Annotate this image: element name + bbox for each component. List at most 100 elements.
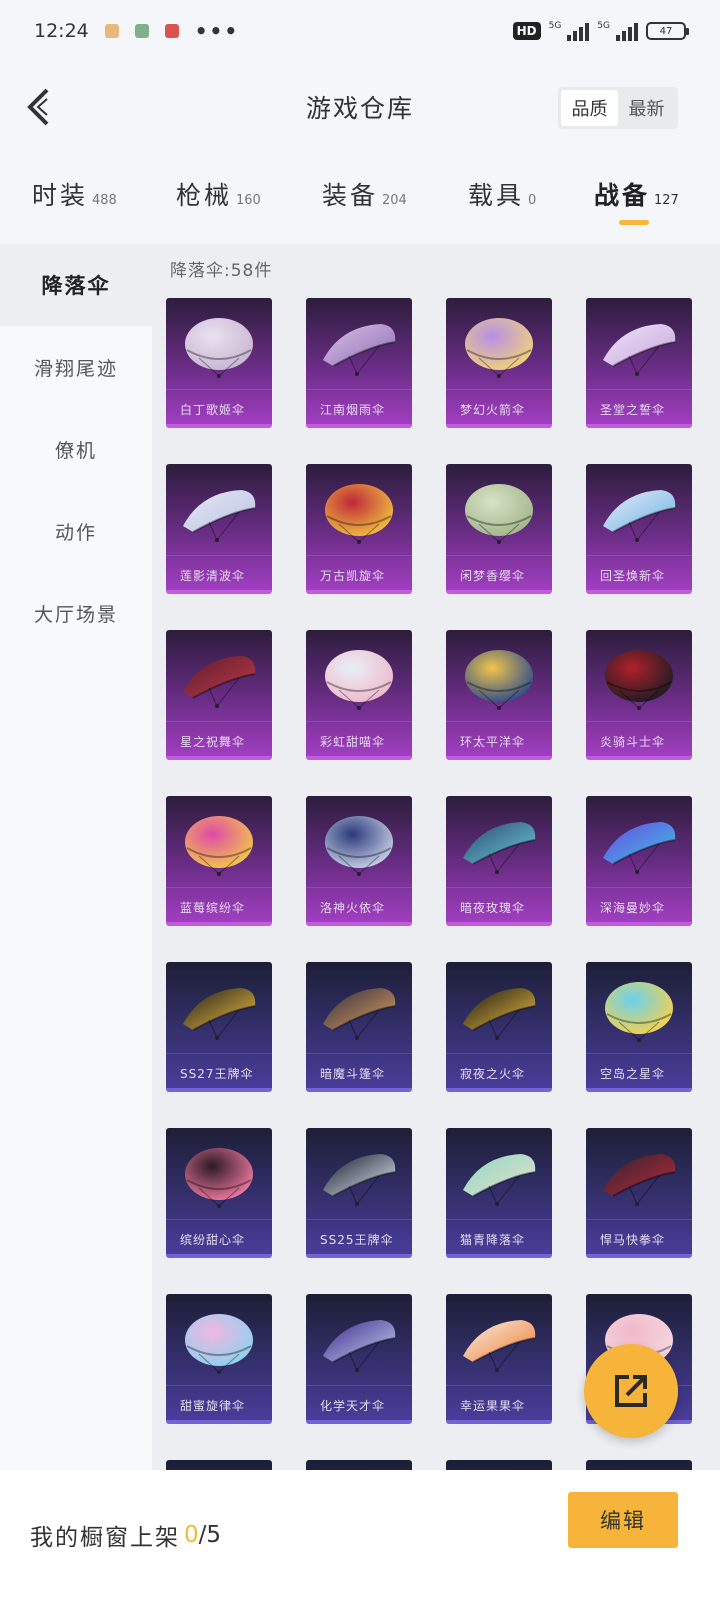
parachute-item-card[interactable]: 洛神火依伞 [306, 796, 412, 926]
item-name: 蓝莓缤纷伞 [180, 901, 246, 915]
parachute-item-card[interactable]: 寂夜之火伞 [446, 962, 552, 1092]
item-name: 悍马快拳伞 [600, 1233, 666, 1247]
item-name: 彩虹甜喵伞 [320, 735, 386, 749]
parachute-image [465, 484, 533, 544]
card-divider [446, 887, 552, 888]
sidebar-item-wingman[interactable]: 僚机 [0, 408, 152, 490]
item-name: 星之祝舞伞 [180, 735, 246, 749]
card-divider [306, 389, 412, 390]
sort-toggle: 品质 最新 [558, 87, 678, 129]
parachute-item-card[interactable]: 暗魔斗篷伞 [306, 962, 412, 1092]
parachute-item-card[interactable]: 空岛之星伞 [586, 962, 692, 1092]
parachute-item-card[interactable]: 炎骑斗士伞 [586, 630, 692, 760]
item-name: 圣堂之誓伞 [600, 403, 666, 417]
sort-by-quality-button[interactable]: 品质 [561, 90, 618, 126]
parachute-image [463, 988, 536, 1040]
tab-count: 488 [92, 193, 117, 208]
parachute-image [603, 324, 676, 376]
card-divider [166, 721, 272, 722]
parachute-item-card[interactable]: SS25王牌伞 [306, 1128, 412, 1258]
parachute-image [185, 816, 253, 876]
tab-label: 战备 [594, 181, 651, 210]
hd-voice-icon: HD [512, 22, 541, 40]
card-divider [306, 1219, 412, 1220]
parachute-item-card[interactable]: 环太平洋伞 [446, 630, 552, 760]
parachute-item-card[interactable]: 暗夜玫瑰伞 [446, 796, 552, 926]
item-name: 缤纷甜心伞 [180, 1233, 246, 1247]
notification-app-icon [164, 24, 179, 38]
parachute-item-card[interactable]: 江南烟雨伞 [306, 298, 412, 428]
card-divider [166, 389, 272, 390]
parachute-item-card[interactable]: 缤纷甜心伞 [166, 1128, 272, 1258]
battery-level: 47 [659, 25, 673, 37]
signal-strength-icon [567, 21, 590, 41]
tab-firearms[interactable]: 枪械 160 [176, 176, 261, 212]
item-name: 空岛之星伞 [600, 1067, 666, 1081]
share-button[interactable] [584, 1344, 678, 1438]
parachute-item-card[interactable]: 圣堂之誓伞 [586, 298, 692, 428]
item-content-area: 降落伞:58件 白丁歌姬伞 江南烟雨伞 梦幻火箭伞 圣堂之誓伞莲影清波伞 万古凯旋伞 闲梦… [152, 244, 720, 1504]
parachute-item-card[interactable]: 星之祝舞伞 [166, 630, 272, 760]
parachute-item-card[interactable]: 猫青降落伞 [446, 1128, 552, 1258]
card-divider [446, 389, 552, 390]
tab-combat-gear[interactable]: 战备 127 [594, 176, 679, 225]
item-name: 深海曼妙伞 [600, 901, 666, 915]
share-icon [615, 1375, 647, 1407]
item-name: 江南烟雨伞 [320, 403, 386, 417]
parachute-image [183, 988, 256, 1040]
category-tabs: 时装 488 枪械 160 装备 204 载具 0 战备 127 [0, 170, 720, 232]
parachute-item-card[interactable]: 白丁歌姬伞 [166, 298, 272, 428]
item-name: 暗夜玫瑰伞 [460, 901, 526, 915]
card-divider [446, 1385, 552, 1386]
showcase-label: 我的橱窗上架 [30, 1525, 180, 1551]
showcase-count: 0/5 [184, 1522, 221, 1548]
tab-vehicles[interactable]: 载具 0 [468, 176, 536, 212]
notification-app-icon [134, 24, 149, 38]
parachute-item-card[interactable]: 悍马快拳伞 [586, 1128, 692, 1258]
item-grid: 白丁歌姬伞 江南烟雨伞 梦幻火箭伞 圣堂之誓伞莲影清波伞 万古凯旋伞 闲梦香缨伞 回圣焕新伞… [166, 298, 692, 1504]
parachute-image [185, 318, 253, 378]
item-name: 寂夜之火伞 [460, 1067, 526, 1081]
parachute-image [603, 490, 676, 542]
card-divider [306, 1385, 412, 1386]
tab-fashion[interactable]: 时装 488 [32, 176, 117, 212]
sidebar-item-lobby-scene[interactable]: 大厅场景 [0, 572, 152, 654]
card-divider [166, 1053, 272, 1054]
parachute-image [605, 982, 673, 1042]
parachute-image [323, 988, 396, 1040]
parachute-item-card[interactable]: 回圣焕新伞 [586, 464, 692, 594]
parachute-item-card[interactable]: 蓝莓缤纷伞 [166, 796, 272, 926]
parachute-item-card[interactable]: 甜蜜旋律伞 [166, 1294, 272, 1424]
section-title: 降落伞:58件 [170, 261, 273, 281]
parachute-image [463, 1154, 536, 1206]
card-divider [586, 1219, 692, 1220]
parachute-item-card[interactable]: 梦幻火箭伞 [446, 298, 552, 428]
tab-count: 0 [528, 193, 537, 208]
status-bar: 12:24 ••• HD 5G 5G 47 [0, 0, 720, 62]
sidebar-item-parachute[interactable]: 降落伞 [0, 244, 152, 326]
item-name: 回圣焕新伞 [600, 569, 666, 583]
showcase-total-count: /5 [198, 1522, 222, 1548]
parachute-image [465, 318, 533, 378]
more-notifications-icon: ••• [194, 19, 240, 43]
card-divider [166, 887, 272, 888]
tab-equipment[interactable]: 装备 204 [322, 176, 407, 212]
parachute-item-card[interactable]: SS27王牌伞 [166, 962, 272, 1092]
sort-by-latest-button[interactable]: 最新 [618, 90, 675, 126]
parachute-item-card[interactable]: 幸运果果伞 [446, 1294, 552, 1424]
sidebar-item-emote[interactable]: 动作 [0, 490, 152, 572]
parachute-item-card[interactable]: 彩虹甜喵伞 [306, 630, 412, 760]
parachute-image [183, 490, 256, 542]
edit-button[interactable]: 编辑 [568, 1492, 678, 1548]
parachute-image [325, 816, 393, 876]
parachute-item-card[interactable]: 深海曼妙伞 [586, 796, 692, 926]
sidebar-item-glide-trail[interactable]: 滑翔尾迹 [0, 326, 152, 408]
item-name: 闲梦香缨伞 [460, 569, 526, 583]
parachute-item-card[interactable]: 莲影清波伞 [166, 464, 272, 594]
parachute-item-card[interactable]: 闲梦香缨伞 [446, 464, 552, 594]
parachute-item-card[interactable]: 万古凯旋伞 [306, 464, 412, 594]
back-button[interactable] [18, 84, 58, 130]
parachute-image [463, 1320, 536, 1372]
network-type-label: 5G [548, 21, 562, 31]
parachute-item-card[interactable]: 化学天才伞 [306, 1294, 412, 1424]
